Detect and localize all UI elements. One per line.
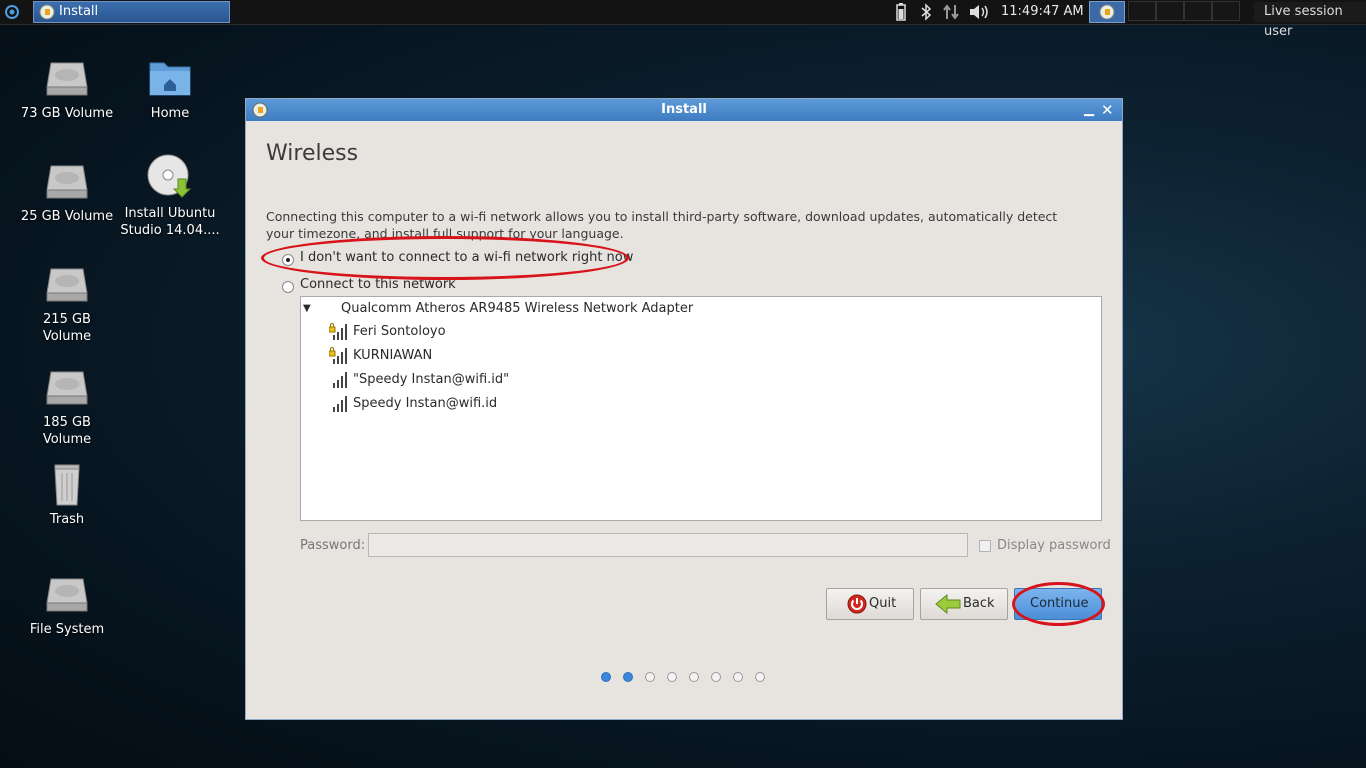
desktop-icon-label: Trash	[49, 512, 85, 527]
taskbar-item-install[interactable]: Install	[33, 1, 230, 23]
desktop-icon-185gb-volume[interactable]: 185 GB Volume	[17, 362, 117, 448]
user-menu[interactable]: Live session user	[1254, 2, 1366, 39]
adapter-label: Qualcomm Atheros AR9485 Wireless Network…	[341, 301, 694, 316]
wifi-secured-icon	[328, 323, 347, 341]
quit-button[interactable]: Quit	[826, 588, 914, 620]
network-list[interactable]: ▼ Qualcomm Atheros AR9485 Wireless Netwo…	[300, 296, 1102, 521]
step-dot	[645, 672, 655, 682]
display-password-label[interactable]: Display password	[997, 538, 1111, 553]
install-disc-icon	[146, 153, 194, 201]
back-button-label: Back	[963, 596, 995, 611]
trash-icon	[43, 459, 91, 507]
close-icon[interactable]: ✕	[1101, 101, 1117, 119]
tray-installer-button[interactable]	[1089, 1, 1125, 23]
expander-down-icon[interactable]: ▼	[303, 299, 311, 319]
desktop-icon-73gb-volume[interactable]: 73 GB Volume	[17, 53, 117, 122]
wifi-signal-icon	[329, 371, 347, 389]
desktop-icon-label: Install Ubuntu Studio 14.04....	[120, 206, 220, 238]
window-title: Install	[661, 102, 707, 117]
step-dot	[667, 672, 677, 682]
window-titlebar[interactable]: Install ▁ ✕	[246, 99, 1122, 121]
desktop-icon-file-system[interactable]: File System	[17, 569, 117, 638]
step-dot	[711, 672, 721, 682]
step-dot	[755, 672, 765, 682]
step-dot	[689, 672, 699, 682]
step-dot	[601, 672, 611, 682]
back-button[interactable]: Back	[920, 588, 1008, 620]
minimize-icon[interactable]: ▁	[1084, 101, 1098, 119]
bluetooth-icon[interactable]	[920, 3, 932, 23]
password-input[interactable]	[368, 533, 968, 557]
display-password-checkbox[interactable]	[979, 540, 991, 552]
workspace-switcher[interactable]	[1128, 1, 1250, 23]
desktop-icon-home[interactable]: Home	[120, 53, 220, 122]
installer-icon	[39, 4, 55, 27]
battery-icon[interactable]	[895, 3, 907, 23]
install-window: Install ▁ ✕ Wireless Connecting this com…	[245, 98, 1123, 720]
drive-icon	[43, 53, 91, 101]
menu-icon[interactable]	[3, 3, 21, 21]
step-dot	[623, 672, 633, 682]
desktop-icon-trash[interactable]: Trash	[17, 459, 117, 528]
desktop-icon-25gb-volume[interactable]: 25 GB Volume	[17, 156, 117, 225]
taskbar-item-label: Install	[59, 4, 99, 19]
page-title: Wireless	[266, 141, 359, 166]
annotation-ellipse-no-wifi	[261, 236, 629, 280]
desktop-icon-label: 185 GB Volume	[42, 415, 92, 447]
quit-button-label: Quit	[869, 596, 897, 611]
network-name: Feri Sontoloyo	[353, 324, 446, 339]
wifi-secured-icon	[328, 347, 347, 365]
desktop-icon-label: Home	[150, 106, 190, 121]
wifi-signal-icon	[329, 395, 347, 413]
desktop-icon-label: 25 GB Volume	[20, 209, 114, 224]
installer-icon	[1099, 4, 1115, 27]
home-folder-icon	[146, 53, 194, 101]
power-icon	[847, 594, 867, 618]
desktop-icon-install-ubuntu[interactable]: Install Ubuntu Studio 14.04....	[120, 153, 220, 239]
drive-icon	[43, 362, 91, 410]
top-panel: Install 11:49:47 AM Live session user	[0, 0, 1366, 39]
network-name: KURNIAWAN	[353, 348, 433, 363]
network-icon[interactable]	[942, 3, 962, 23]
network-name: Speedy Instan@wifi.id	[353, 396, 498, 411]
desktop-icon-label: 215 GB Volume	[42, 312, 92, 344]
desktop-icon-215gb-volume[interactable]: 215 GB Volume	[17, 259, 117, 345]
desktop-icon-label: 73 GB Volume	[20, 106, 114, 121]
radio-connect-network[interactable]	[282, 281, 294, 293]
desktop-icon-label: File System	[29, 622, 105, 637]
password-label: Password:	[300, 538, 366, 553]
arrow-left-icon	[935, 593, 961, 618]
drive-icon	[43, 259, 91, 307]
network-name: "Speedy Instan@wifi.id"	[353, 372, 510, 387]
volume-icon[interactable]	[968, 3, 990, 23]
clock[interactable]: 11:49:47 AM	[1001, 2, 1084, 22]
annotation-ellipse-continue	[1012, 582, 1105, 626]
drive-icon	[43, 156, 91, 204]
drive-icon	[43, 569, 91, 617]
step-dot	[733, 672, 743, 682]
